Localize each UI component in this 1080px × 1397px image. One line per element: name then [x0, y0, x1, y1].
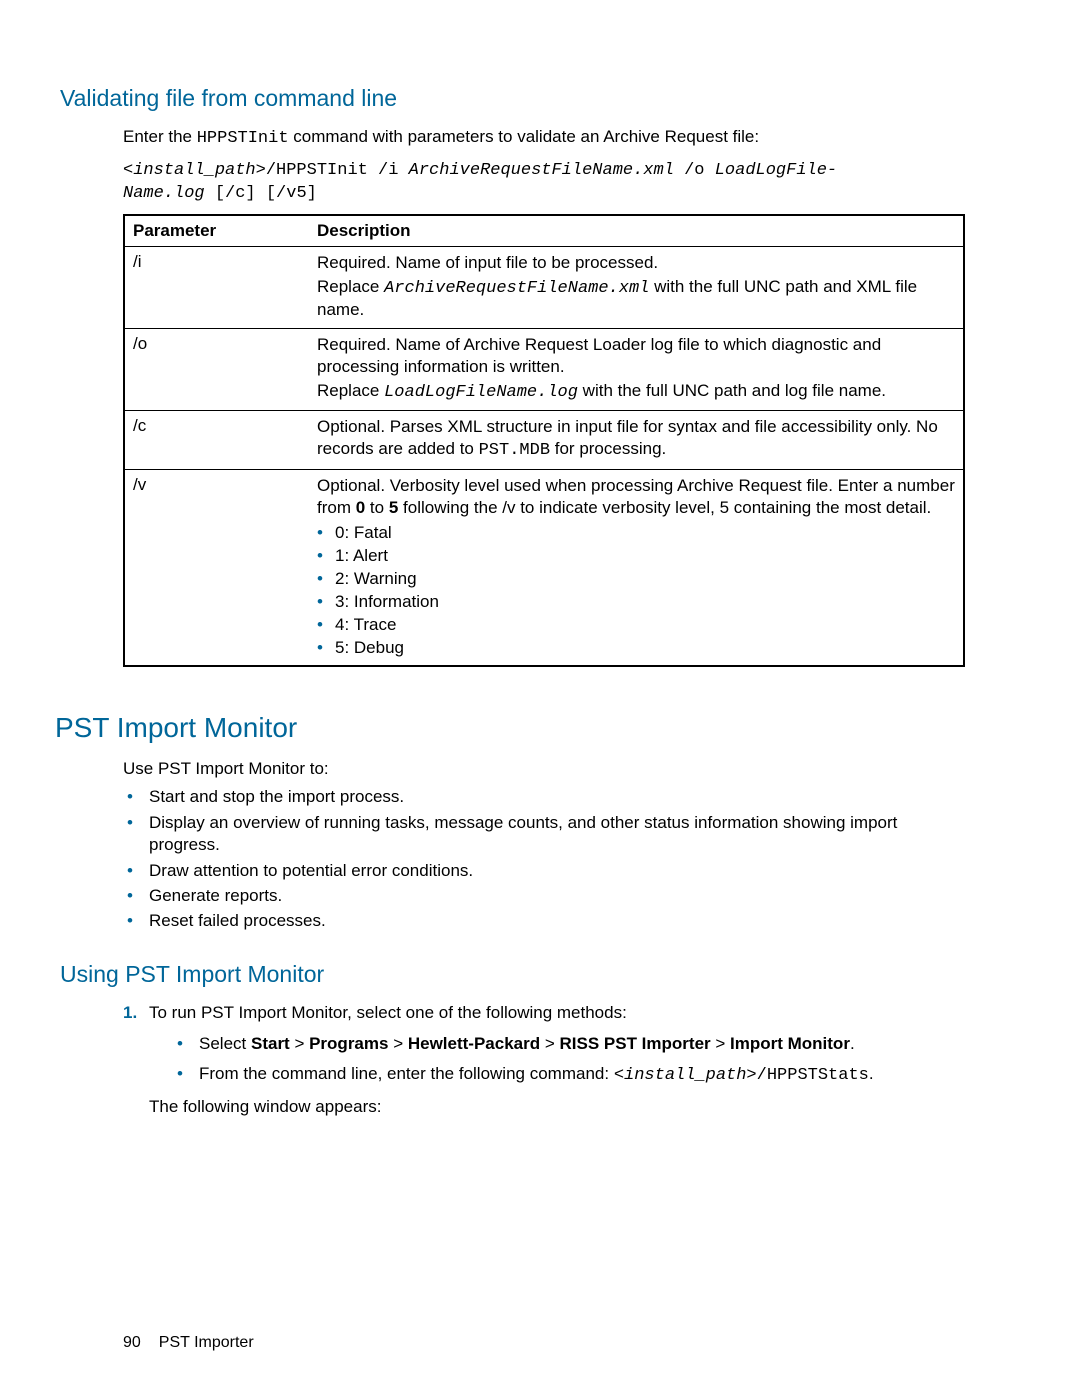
col-header-description: Description: [309, 215, 964, 247]
paragraph: The following window appears:: [149, 1096, 965, 1118]
section-body: Enter the HPPSTInit command with paramet…: [123, 126, 965, 667]
code-inline: <install_path>: [614, 1066, 757, 1085]
section-body: 1. To run PST Import Monitor, select one…: [123, 1002, 965, 1118]
heading-using-pst-import-monitor: Using PST Import Monitor: [60, 961, 965, 988]
cell-param: /v: [124, 469, 309, 666]
text: From the command line, enter the followi…: [199, 1064, 614, 1083]
menu-path: RISS PST Importer: [560, 1034, 711, 1053]
steps-list: 1. To run PST Import Monitor, select one…: [123, 1002, 965, 1118]
table-row: /v Optional. Verbosity level used when p…: [124, 469, 964, 666]
text: .: [850, 1034, 855, 1053]
menu-path: Import Monitor: [730, 1034, 850, 1053]
cmd-var: ArchiveRequestFileName.xml: [409, 161, 674, 180]
cmd-text: /o: [674, 161, 715, 180]
list-item: Select Start > Programs > Hewlett-Packar…: [175, 1032, 965, 1056]
cmd-text: [/c] [/v5]: [205, 184, 317, 203]
text: command with parameters to validate an A…: [289, 127, 760, 146]
text: >: [711, 1034, 730, 1053]
list-item: 4: Trace: [317, 614, 955, 637]
cell-desc: Required. Name of input file to be proce…: [309, 246, 964, 328]
cell-desc: Optional. Verbosity level used when proc…: [309, 469, 964, 666]
text-bold: 0: [356, 498, 365, 517]
cmd-var: Name.log: [123, 184, 205, 203]
parameters-table: Parameter Description /i Required. Name …: [123, 214, 965, 667]
section-pst-import-monitor: PST Import Monitor Use PST Import Monito…: [60, 712, 965, 933]
verbosity-list: 0: Fatal 1: Alert 2: Warning 3: Informat…: [317, 522, 955, 660]
section-using-pst-import-monitor: Using PST Import Monitor 1. To run PST I…: [60, 961, 965, 1118]
text: for processing.: [550, 439, 666, 458]
text: >: [540, 1034, 559, 1053]
text: to: [365, 498, 389, 517]
list-item: 3: Information: [317, 591, 955, 614]
text: Required. Name of Archive Request Loader…: [317, 334, 955, 378]
cell-param: /c: [124, 411, 309, 470]
intro-paragraph: Use PST Import Monitor to:: [123, 758, 965, 780]
menu-path: Start: [251, 1034, 290, 1053]
command-block: <install_path>/HPPSTInit /i ArchiveReque…: [123, 160, 965, 206]
table-header-row: Parameter Description: [124, 215, 964, 247]
col-header-parameter: Parameter: [124, 215, 309, 247]
text: Replace ArchiveRequestFileName.xml with …: [317, 276, 955, 322]
code-inline: HPPSTInit: [197, 129, 289, 148]
text: following the /v to indicate verbosity l…: [398, 498, 931, 517]
cmd-var: <install_path>: [123, 161, 266, 180]
table-row: /c Optional. Parses XML structure in inp…: [124, 411, 964, 470]
cell-param: /o: [124, 329, 309, 411]
list-item: 2: Warning: [317, 568, 955, 591]
cmd-var: LoadLogFile-: [715, 161, 837, 180]
list-item: 0: Fatal: [317, 522, 955, 545]
text: Required. Name of input file to be proce…: [317, 252, 955, 274]
list-item: Reset failed processes.: [123, 910, 965, 932]
list-item: Generate reports.: [123, 885, 965, 907]
code-inline: LoadLogFileName.log: [384, 383, 578, 402]
feature-list: Start and stop the import process. Displ…: [123, 786, 965, 933]
text: .: [869, 1064, 874, 1083]
text: >: [388, 1034, 407, 1053]
text: >: [290, 1034, 309, 1053]
text: Replace: [317, 381, 384, 400]
code-inline: ArchiveRequestFileName.xml: [384, 279, 649, 298]
list-item: From the command line, enter the followi…: [175, 1062, 965, 1088]
list-item: Display an overview of running tasks, me…: [123, 812, 965, 857]
code-inline: PST.MDB: [479, 441, 550, 460]
footer-title: PST Importer: [159, 1334, 254, 1351]
list-item: Start and stop the import process.: [123, 786, 965, 808]
cell-param: /i: [124, 246, 309, 328]
step-number: 1.: [123, 1002, 137, 1025]
cmd-text: /HPPSTInit /i: [266, 161, 409, 180]
text: Select: [199, 1034, 251, 1053]
cell-desc: Required. Name of Archive Request Loader…: [309, 329, 964, 411]
text: with the full UNC path and log file name…: [578, 381, 886, 400]
text: Optional. Verbosity level used when proc…: [317, 475, 955, 519]
heading-validating: Validating file from command line: [60, 85, 965, 112]
section-body: Use PST Import Monitor to: Start and sto…: [123, 758, 965, 933]
table-row: /o Required. Name of Archive Request Loa…: [124, 329, 964, 411]
text: Optional. Parses XML structure in input …: [317, 416, 955, 462]
list-item: Draw attention to potential error condit…: [123, 860, 965, 882]
table-row: /i Required. Name of input file to be pr…: [124, 246, 964, 328]
code-inline: /HPPSTStats: [757, 1066, 869, 1085]
text: Replace: [317, 277, 384, 296]
section-validating: Validating file from command line Enter …: [60, 85, 965, 667]
text-bold: 5: [389, 498, 398, 517]
text: Enter the: [123, 127, 197, 146]
step-text: To run PST Import Monitor, select one of…: [149, 1003, 627, 1022]
sub-list: Select Start > Programs > Hewlett-Packar…: [175, 1032, 965, 1088]
intro-paragraph: Enter the HPPSTInit command with paramet…: [123, 126, 965, 150]
step-item: 1. To run PST Import Monitor, select one…: [123, 1002, 965, 1118]
list-item: 5: Debug: [317, 637, 955, 660]
list-item: 1: Alert: [317, 545, 955, 568]
menu-path: Programs: [309, 1034, 388, 1053]
page-number: 90: [123, 1334, 141, 1351]
heading-pst-import-monitor: PST Import Monitor: [55, 712, 965, 744]
page-footer: 90 PST Importer: [123, 1334, 254, 1352]
menu-path: Hewlett-Packard: [408, 1034, 540, 1053]
text: Replace LoadLogFileName.log with the ful…: [317, 380, 955, 404]
cell-desc: Optional. Parses XML structure in input …: [309, 411, 964, 470]
